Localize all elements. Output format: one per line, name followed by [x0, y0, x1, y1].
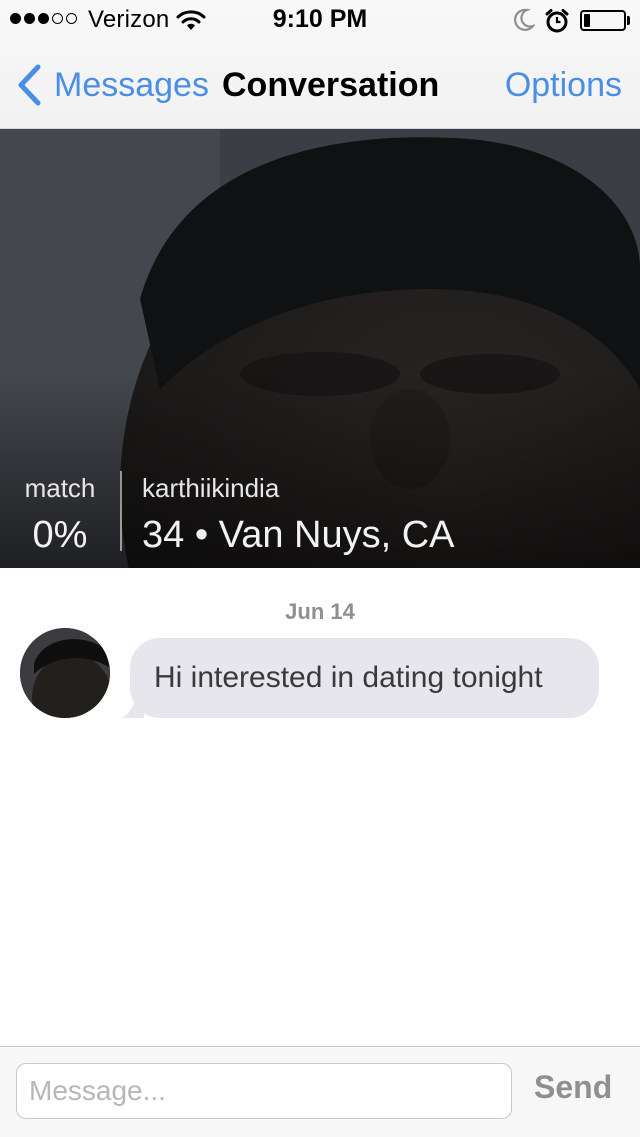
battery-level: [584, 14, 590, 27]
back-button-label: Messages: [54, 65, 209, 104]
battery-icon: [580, 10, 626, 31]
match-value: 0%: [32, 514, 88, 556]
top-bar: Verizon 9:10 PM Messages Conversation Op…: [0, 0, 640, 129]
moon-icon: [513, 8, 537, 37]
navigation-bar: Messages Conversation Options: [0, 44, 640, 128]
options-button[interactable]: Options: [505, 66, 622, 105]
message-text: Hi interested in dating tonight: [130, 638, 599, 718]
chevron-left-icon: [18, 64, 41, 106]
age-location: 34 • Van Nuys, CA: [142, 514, 455, 556]
avatar[interactable]: [20, 628, 110, 718]
username: karthiikindia: [142, 473, 280, 503]
stat-divider: [120, 471, 122, 551]
match-label: match: [24, 473, 96, 503]
message-bubble[interactable]: Hi interested in dating tonight: [120, 638, 599, 718]
message-composer: Send: [0, 1046, 640, 1137]
message-date: Jun 14: [285, 599, 355, 624]
page-title: Conversation: [222, 66, 440, 104]
back-button[interactable]: Messages: [16, 64, 209, 106]
message-input[interactable]: [16, 1063, 512, 1119]
alarm-icon: [544, 8, 570, 39]
profile-header[interactable]: match 0% karthiikindia 34 • Van Nuys, CA: [0, 129, 640, 568]
battery-cap: [627, 16, 630, 25]
status-bar: Verizon 9:10 PM: [0, 0, 640, 40]
send-button[interactable]: Send: [534, 1069, 612, 1106]
user-info: karthiikindia 34 • Van Nuys, CA: [142, 473, 455, 557]
match-stat: match 0%: [0, 473, 120, 557]
